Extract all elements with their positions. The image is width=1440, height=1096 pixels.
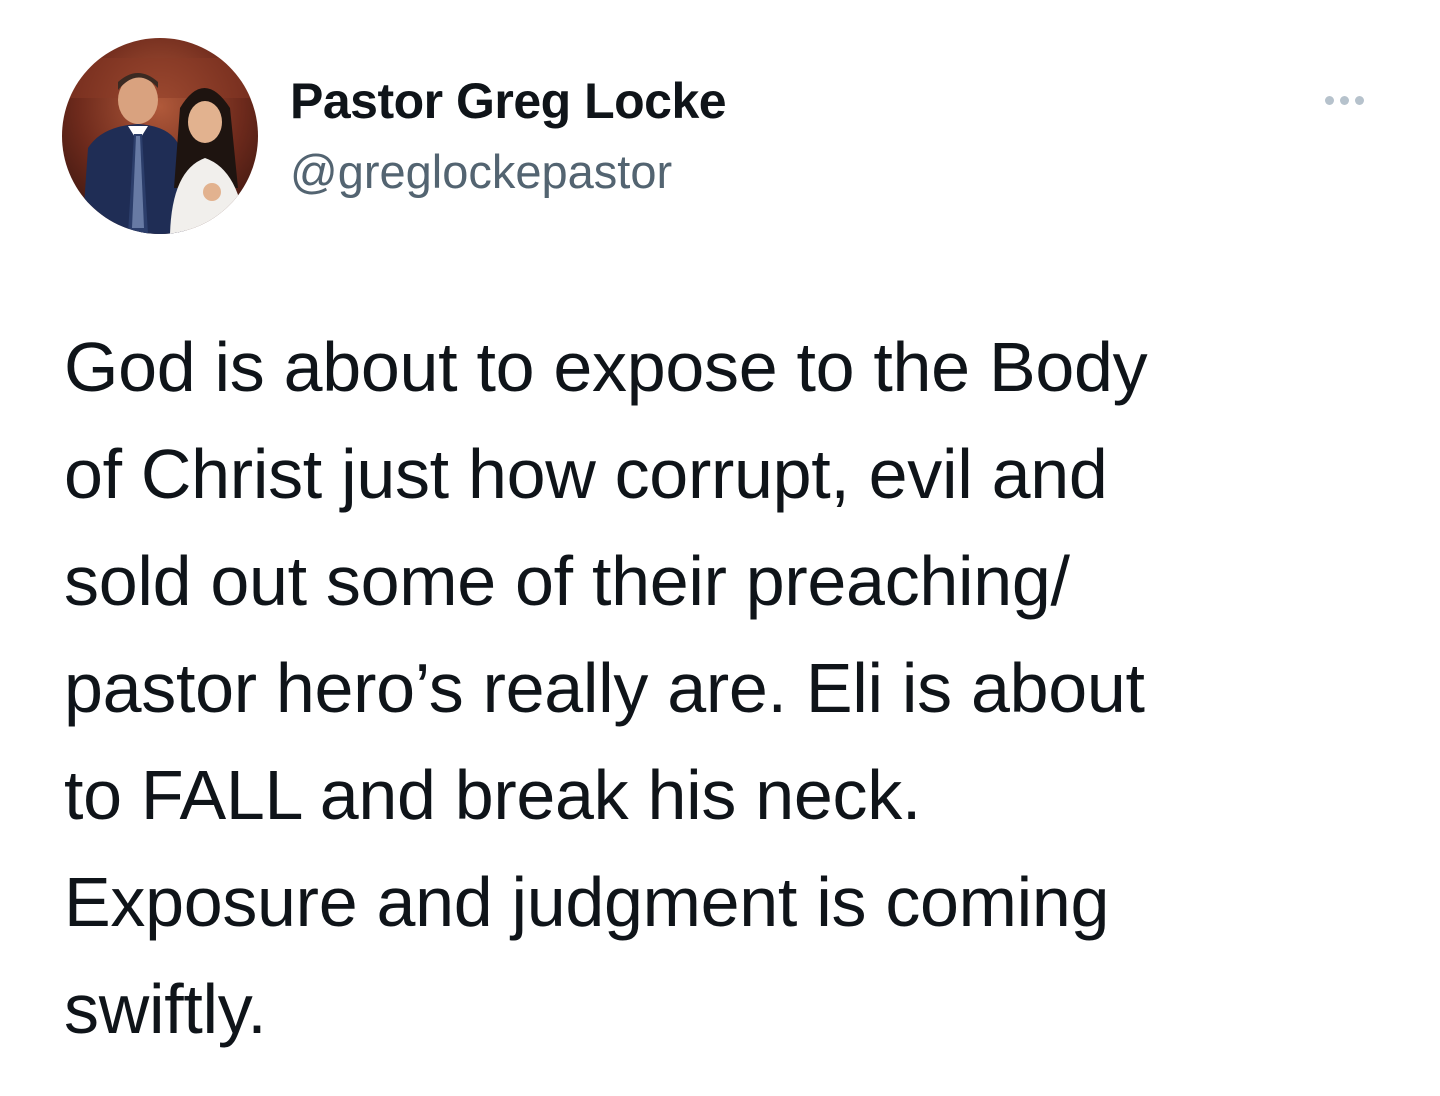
user-handle[interactable]: @greglockepastor <box>290 144 672 199</box>
more-options-icon <box>1354 95 1364 105</box>
tweet-text-line: sold out some of their preaching/ <box>64 542 1070 620</box>
avatar[interactable] <box>62 38 258 234</box>
tweet-text-line: to FALL and break his neck. <box>64 756 922 834</box>
tweet-text-line: God is about to expose to the Body <box>64 328 1148 406</box>
profile-photo-icon <box>62 38 258 234</box>
more-options-icon <box>1324 95 1334 105</box>
more-options-icon <box>1339 95 1349 105</box>
tweet-text-line: swiftly. <box>64 970 267 1048</box>
tweet-text-line: of Christ just how corrupt, evil and <box>64 435 1108 513</box>
tweet-card: Pastor Greg Locke @greglockepastor God i… <box>0 0 1440 1096</box>
tweet-text-line: pastor hero’s really are. Eli is about <box>64 649 1145 727</box>
display-name[interactable]: Pastor Greg Locke <box>290 72 727 130</box>
tweet-text-line: Exposure and judgment is coming <box>64 863 1110 941</box>
more-options-button[interactable] <box>1308 82 1380 118</box>
tweet-text: God is about to expose to the Body of Ch… <box>64 314 1394 1063</box>
